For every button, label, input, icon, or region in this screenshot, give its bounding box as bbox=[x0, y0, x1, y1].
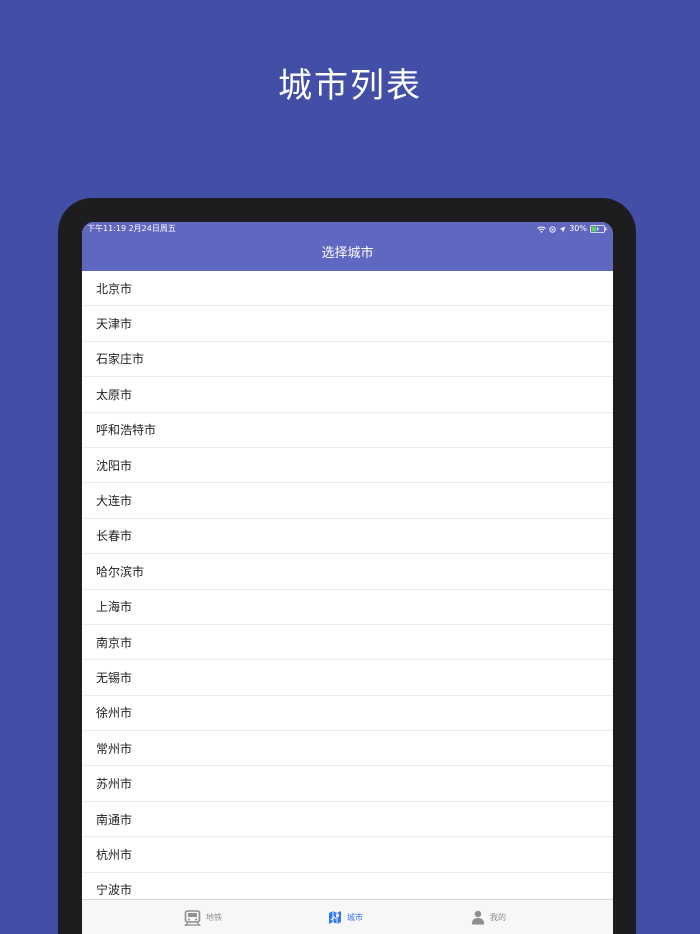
battery-charging-icon bbox=[590, 225, 607, 233]
location-arrow-icon bbox=[559, 226, 566, 232]
city-list-item[interactable]: 徐州市 bbox=[82, 696, 613, 732]
city-name: 无锡市 bbox=[96, 670, 133, 685]
city-list-item[interactable]: 杭州市 bbox=[82, 837, 613, 873]
city-name: 北京市 bbox=[96, 281, 133, 296]
status-time: 下午11:19 2月24日周五 bbox=[87, 224, 176, 233]
city-name: 南京市 bbox=[96, 635, 133, 650]
nav-title: 选择城市 bbox=[321, 246, 374, 261]
status-bar: 下午11:19 2月24日周五 30% bbox=[82, 222, 613, 236]
city-name: 上海市 bbox=[96, 600, 133, 615]
page-headline: 城市列表 bbox=[278, 66, 422, 106]
city-list-item[interactable]: 常州市 bbox=[82, 731, 613, 767]
tab-subway[interactable]: 地铁 bbox=[184, 900, 222, 934]
city-list-item[interactable]: 石家庄市 bbox=[82, 342, 613, 378]
city-list-item[interactable]: 上海市 bbox=[82, 590, 613, 625]
tab-mine[interactable]: 我的 bbox=[471, 900, 506, 934]
app-store-screenshot: 城市列表 下午11:19 2月24日周五 30% 选择城市 北京市 天津市 石家… bbox=[0, 0, 700, 934]
city-name: 徐州市 bbox=[96, 706, 133, 721]
city-name: 宁波市 bbox=[96, 883, 133, 898]
tablet-screen: 下午11:19 2月24日周五 30% 选择城市 北京市 天津市 石家庄市 太原… bbox=[82, 222, 613, 934]
tab-subway-label: 地铁 bbox=[206, 913, 222, 922]
city-list-item[interactable]: 宁波市 bbox=[82, 873, 613, 898]
battery-percent: 30% bbox=[569, 224, 587, 233]
city-list-item[interactable]: 南京市 bbox=[82, 625, 613, 661]
city-list-item[interactable]: 无锡市 bbox=[82, 660, 613, 696]
city-list-item[interactable]: 长春市 bbox=[82, 519, 613, 555]
navigation-bar: 选择城市 bbox=[82, 236, 613, 271]
city-list-item[interactable]: 苏州市 bbox=[82, 766, 613, 802]
city-name: 大连市 bbox=[96, 494, 133, 509]
status-indicators: 30% bbox=[537, 222, 607, 236]
city-list-item[interactable]: 大连市 bbox=[82, 483, 613, 519]
city-name: 沈阳市 bbox=[96, 458, 133, 473]
city-list-item[interactable]: 沈阳市 bbox=[82, 448, 613, 484]
city-name: 常州市 bbox=[96, 741, 133, 756]
city-name: 太原市 bbox=[96, 387, 133, 402]
tab-city-label: 城市 bbox=[347, 913, 363, 922]
city-list-item[interactable]: 北京市 bbox=[82, 271, 613, 307]
city-list[interactable]: 北京市天津市石家庄市太原市呼和浩特市沈阳市大连市长春市哈尔滨市上海市南京市无锡市… bbox=[82, 271, 613, 898]
city-name: 呼和浩特市 bbox=[96, 423, 157, 438]
city-name: 苏州市 bbox=[96, 777, 133, 792]
subway-icon bbox=[184, 909, 201, 926]
tab-mine-label: 我的 bbox=[490, 913, 506, 922]
city-map-icon bbox=[329, 911, 341, 924]
wifi-icon bbox=[537, 226, 547, 233]
city-name: 石家庄市 bbox=[96, 352, 145, 367]
city-list-item[interactable]: 太原市 bbox=[82, 377, 613, 413]
city-list-item[interactable]: 天津市 bbox=[82, 306, 613, 342]
orientation-lock-icon bbox=[549, 225, 556, 233]
city-list-item[interactable]: 呼和浩特市 bbox=[82, 413, 613, 448]
city-list-item[interactable]: 哈尔滨市 bbox=[82, 554, 613, 590]
city-list-item[interactable]: 南通市 bbox=[82, 802, 613, 838]
city-name: 哈尔滨市 bbox=[96, 564, 145, 579]
person-icon bbox=[471, 910, 485, 925]
city-name: 天津市 bbox=[96, 317, 133, 332]
city-name: 南通市 bbox=[96, 812, 133, 827]
city-name: 杭州市 bbox=[96, 847, 133, 862]
tab-bar: 地铁 城市 我的 bbox=[82, 899, 613, 934]
tab-city[interactable]: 城市 bbox=[328, 900, 363, 934]
city-name: 长春市 bbox=[96, 529, 133, 544]
